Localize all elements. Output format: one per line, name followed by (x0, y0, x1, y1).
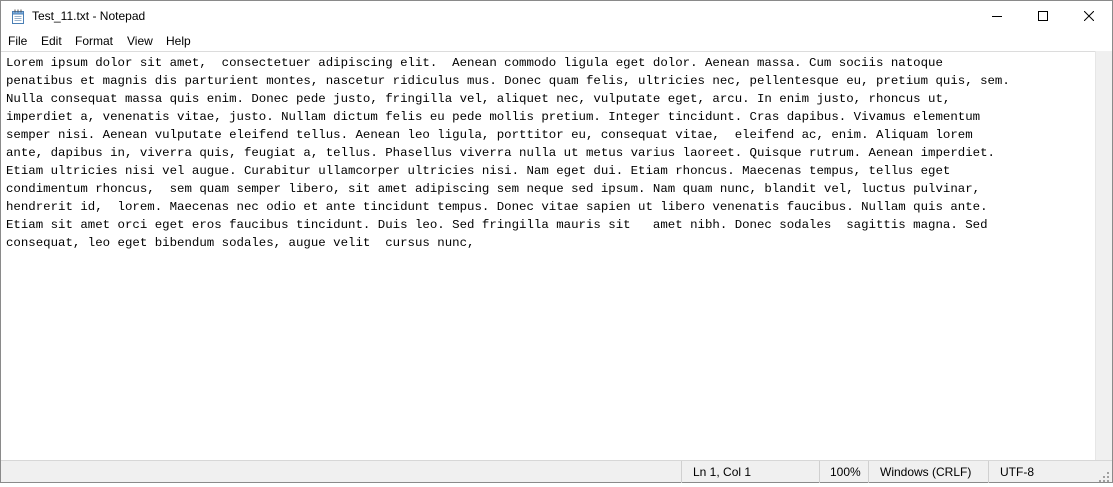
editor-content[interactable]: Lorem ipsum dolor sit amet, consectetuer… (6, 54, 1010, 252)
text-line: Lorem ipsum dolor sit amet, consectetuer… (6, 56, 943, 70)
window-title: Test_11.txt - Notepad (32, 9, 146, 23)
menu-edit[interactable]: Edit (41, 34, 62, 48)
text-line: penatibus et magnis dis parturient monte… (6, 74, 1010, 88)
close-icon (1084, 11, 1094, 21)
menu-view[interactable]: View (127, 34, 153, 48)
text-line: Etiam ultricies nisi vel augue. Curabitu… (6, 164, 951, 178)
status-divider (681, 461, 682, 483)
status-divider (988, 461, 989, 483)
menu-help[interactable]: Help (166, 34, 191, 48)
text-line: hendrerit id, lorem. Maecenas nec odio e… (6, 200, 988, 214)
text-line: imperdiet a, venenatis vitae, justo. Nul… (6, 110, 981, 124)
text-line: ante, dapibus in, viverra quis, feugiat … (6, 146, 995, 160)
encoding: UTF-8 (1000, 465, 1034, 479)
status-divider (819, 461, 820, 483)
notepad-window: Test_11.txt - Notepad File Edit Format V… (0, 0, 1113, 483)
text-line: Etiam sit amet orci eget eros faucibus t… (6, 218, 988, 232)
cursor-position: Ln 1, Col 1 (693, 465, 752, 479)
text-editor[interactable]: Lorem ipsum dolor sit amet, consectetuer… (1, 51, 1095, 461)
vertical-scrollbar[interactable] (1095, 51, 1112, 460)
maximize-icon (1038, 11, 1048, 21)
status-divider (868, 461, 869, 483)
text-line: Nulla consequat massa quis enim. Donec p… (6, 92, 951, 106)
minimize-icon (992, 16, 1002, 17)
text-line: condimentum rhoncus, sem quam semper lib… (6, 182, 981, 196)
zoom-level: 100% (830, 465, 861, 479)
minimize-button[interactable] (974, 1, 1020, 31)
text-line: consequat, leo eget bibendum sodales, au… (6, 236, 475, 250)
menu-bar: File Edit Format View Help (1, 31, 1112, 51)
text-line: semper nisi. Aenean vulputate eleifend t… (6, 128, 973, 142)
line-ending: Windows (CRLF) (880, 465, 972, 479)
title-bar[interactable]: Test_11.txt - Notepad (1, 1, 1112, 31)
resize-grip-icon[interactable] (1099, 469, 1109, 482)
maximize-button[interactable] (1020, 1, 1066, 31)
menu-format[interactable]: Format (75, 34, 113, 48)
status-bar: Ln 1, Col 1 100% Windows (CRLF) UTF-8 (1, 460, 1112, 483)
notepad-icon[interactable] (11, 9, 25, 24)
menu-file[interactable]: File (8, 34, 27, 48)
close-button[interactable] (1066, 1, 1112, 31)
